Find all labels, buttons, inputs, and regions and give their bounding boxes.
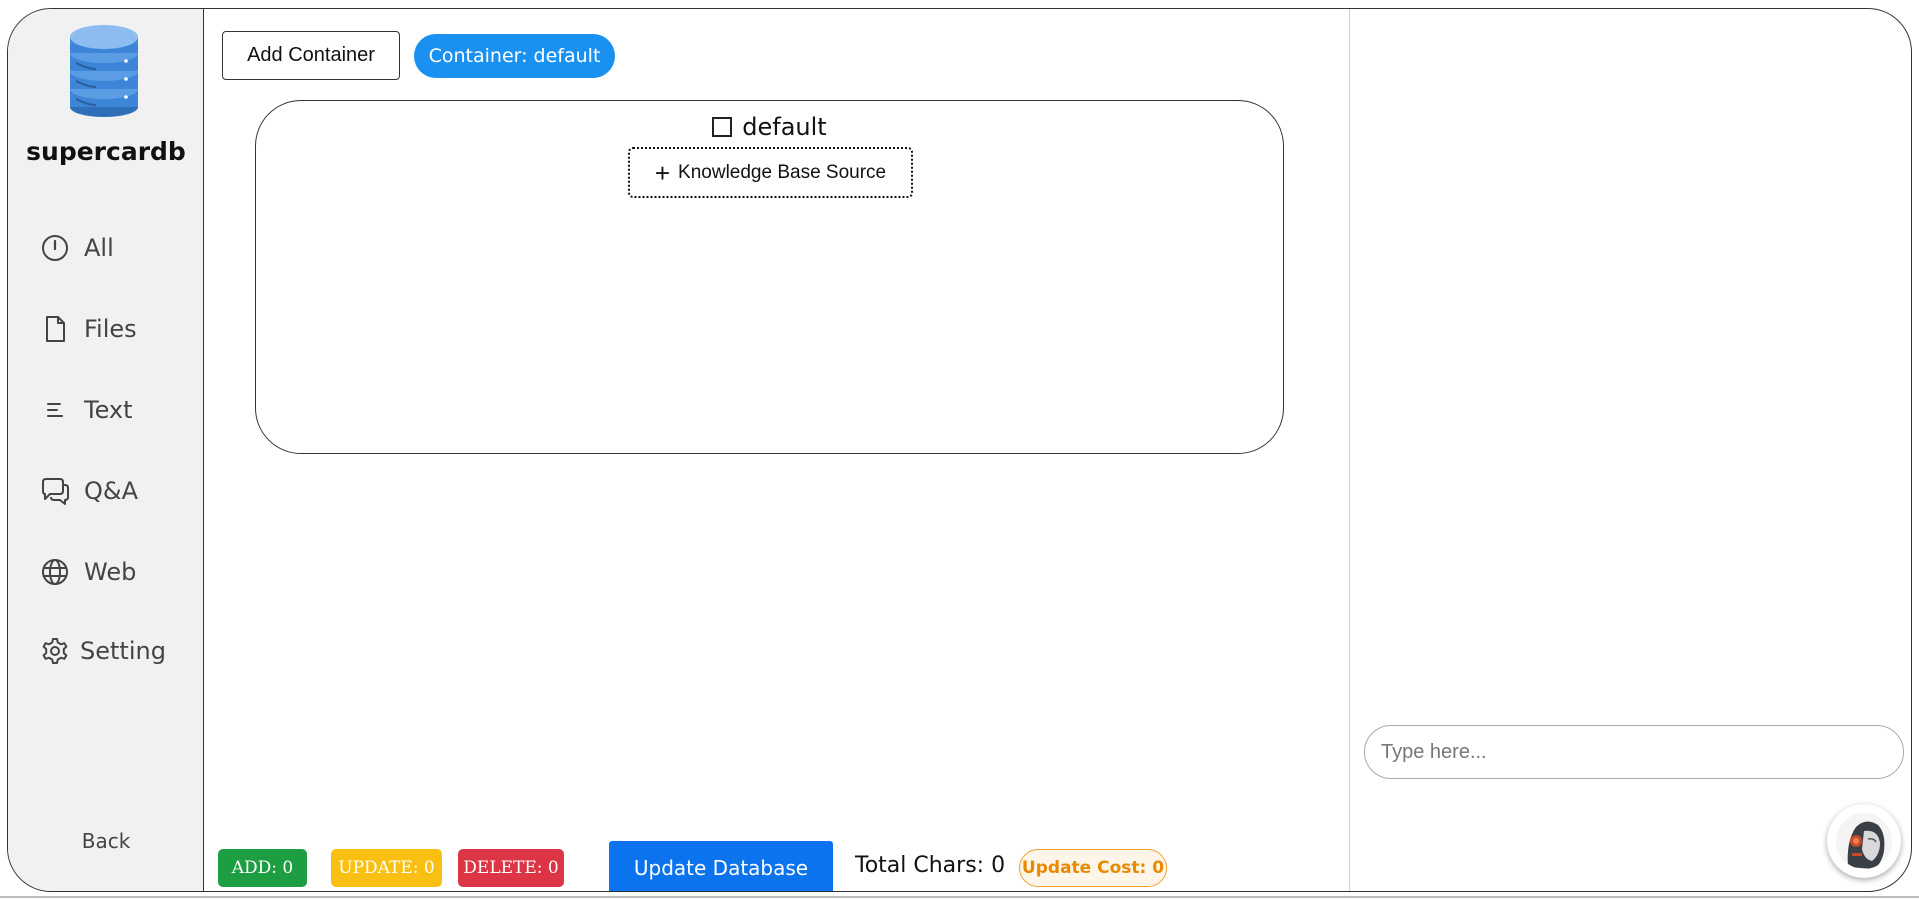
sidebar-item-files[interactable]: Files: [40, 309, 137, 349]
add-container-button[interactable]: Add Container: [222, 31, 400, 80]
sidebar-item-setting[interactable]: Setting: [40, 631, 166, 671]
delete-count-badge: DELETE: 0: [458, 849, 564, 887]
sidebar-item-label: Text: [84, 396, 133, 424]
plus-icon: +: [654, 157, 671, 188]
chat-input[interactable]: [1364, 725, 1904, 779]
sidebar-item-label: Web: [84, 558, 137, 586]
chat-panel: [1349, 9, 1911, 891]
assistant-avatar[interactable]: [1827, 804, 1901, 878]
sidebar-item-label: Q&A: [84, 477, 139, 505]
sidebar-item-label: All: [84, 234, 114, 262]
app-frame: supercardb All Files Text Q&A Web Settin…: [7, 8, 1912, 892]
file-icon: [46, 316, 65, 342]
add-count-badge: ADD: 0: [218, 849, 307, 887]
clock-icon: [42, 235, 68, 261]
container-card: default + Knowledge Base Source: [255, 100, 1284, 454]
sidebar-item-all[interactable]: All: [40, 228, 114, 268]
globe-icon: [42, 559, 68, 585]
chat-bubbles-icon: [42, 478, 69, 505]
sidebar-item-label: Setting: [80, 637, 166, 665]
container-checkbox[interactable]: [712, 117, 733, 137]
add-knowledge-source-label: Knowledge Base Source: [678, 161, 887, 183]
container-selector-pill[interactable]: Container: default: [414, 34, 615, 78]
update-cost-badge: Update Cost: 0: [1019, 849, 1167, 887]
total-chars-text: Total Chars: 0: [855, 853, 1006, 878]
bottom-divider: [0, 896, 1919, 898]
brand-name: supercardb: [26, 137, 186, 166]
sidebar-item-web[interactable]: Web: [40, 552, 136, 592]
main-area: Add Container Container: default default…: [204, 9, 1349, 891]
sidebar-item-label: Files: [84, 315, 137, 343]
text-lines-icon: [47, 403, 63, 417]
container-title: default: [256, 113, 1283, 141]
add-knowledge-source-button[interactable]: + Knowledge Base Source: [628, 147, 913, 198]
action-footer: ADD: 0 UPDATE: 0 DELETE: 0 Update Databa…: [204, 839, 1349, 891]
sidebar: supercardb All Files Text Q&A Web Settin…: [8, 9, 204, 891]
sidebar-item-qa[interactable]: Q&A: [40, 471, 138, 511]
sidebar-item-text[interactable]: Text: [40, 390, 133, 430]
database-logo-icon: [68, 23, 140, 119]
back-link[interactable]: Back: [8, 829, 204, 853]
robot-head-icon: [1836, 813, 1892, 869]
update-database-button[interactable]: Update Database: [609, 841, 833, 891]
gear-icon: [42, 638, 68, 664]
update-count-badge: UPDATE: 0: [331, 849, 442, 887]
container-name: default: [742, 113, 827, 141]
